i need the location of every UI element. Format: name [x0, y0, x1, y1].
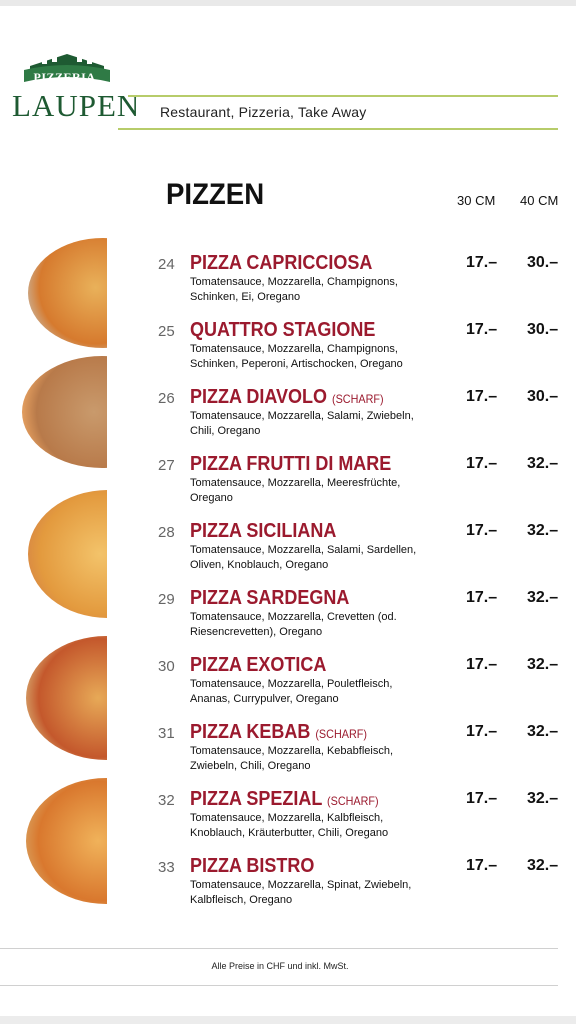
item-name: PIZZA FRUTTI DI MARE	[190, 453, 391, 476]
item-title: PIZZA CAPRICCIOSA	[190, 252, 373, 274]
price-40cm: 32.–	[527, 723, 559, 740]
item-number: 29	[158, 591, 175, 608]
price-40cm: 32.–	[527, 455, 559, 472]
item-description: Tomatensauce, Mozzarella, Spinat, Zwiebe…	[190, 879, 412, 906]
item-number: 25	[158, 323, 175, 340]
price-40cm: 32.–	[527, 589, 559, 606]
menu-item: 29 PIZZA SARDEGNA Tomatensauce, Mozzarella…	[0, 587, 576, 647]
header-rule-bottom	[118, 128, 558, 130]
price-40cm: 30.–	[527, 254, 559, 271]
footer-rule-bottom	[0, 985, 558, 986]
menu-item: 32 PIZZA SPEZIAL (SCHARF) Tomatensauce, Mo…	[0, 788, 576, 848]
menu-item: 27 PIZZA FRUTTI DI MARE Tomatensauce, Mozz…	[0, 453, 576, 513]
column-head-30cm: 30 CM	[457, 193, 496, 208]
item-description: Tomatensauce, Mozzarella, Crevetten (od.…	[190, 611, 397, 638]
item-description: Tomatensauce, Mozzarella, Champignons, S…	[190, 276, 398, 303]
logo-laupen-text: LAUPEN	[12, 88, 141, 123]
item-number: 32	[158, 792, 175, 809]
price-40cm: 30.–	[527, 321, 559, 338]
item-name: PIZZA CAPRICCIOSA	[190, 252, 372, 275]
spicy-tag: (SCHARF)	[315, 727, 367, 741]
menu-item: 30 PIZZA EXOTICA Tomatensauce, Mozzarella,…	[0, 654, 576, 714]
item-number: 27	[158, 457, 175, 474]
top-strip	[0, 0, 576, 6]
footer-rule	[0, 948, 558, 949]
menu-item: 33 PIZZA BISTRO Tomatensauce, Mozzarella, …	[0, 855, 576, 915]
item-name: PIZZA SPEZIAL (SCHARF)	[190, 788, 379, 811]
item-description: Tomatensauce, Mozzarella, Salami, Zwiebe…	[190, 410, 414, 437]
price-30cm: 17.–	[466, 388, 498, 405]
price-30cm: 17.–	[466, 321, 498, 338]
menu-item: 24 PIZZA CAPRICCIOSA Tomatensauce, Mozzare…	[0, 252, 576, 312]
price-40cm: 32.–	[527, 857, 559, 874]
item-title: PIZZA KEBAB	[190, 721, 311, 743]
price-30cm: 17.–	[466, 790, 498, 807]
price-30cm: 17.–	[466, 455, 498, 472]
item-number: 24	[158, 256, 175, 273]
item-description: Tomatensauce, Mozzarella, Champignons, S…	[190, 343, 403, 370]
item-number: 26	[158, 390, 175, 407]
menu-item: 28 PIZZA SICILIANA Tomatensauce, Mozzarell…	[0, 520, 576, 580]
logo-pizzeria-text: PIZZERIA	[33, 70, 96, 84]
item-title: QUATTRO STAGIONE	[190, 319, 376, 341]
item-description: Tomatensauce, Mozzarella, Salami, Sardel…	[190, 544, 417, 571]
item-number: 31	[158, 725, 175, 742]
item-name: PIZZA KEBAB (SCHARF)	[190, 721, 367, 744]
item-title: PIZZA BISTRO	[190, 855, 315, 877]
item-number: 30	[158, 658, 175, 675]
item-name: PIZZA BISTRO	[190, 855, 314, 878]
item-title: PIZZA DIAVOLO	[190, 386, 327, 408]
item-description: Tomatensauce, Mozzarella, Pouletfleisch,…	[190, 678, 393, 705]
menu-item: 25 QUATTRO STAGIONE Tomatensauce, Mozzarel…	[0, 319, 576, 379]
column-head-40cm: 40 CM	[520, 193, 559, 208]
item-description: Tomatensauce, Mozzarella, Kalbfleisch, K…	[190, 812, 389, 839]
spicy-tag: (SCHARF)	[327, 794, 379, 808]
item-name: PIZZA DIAVOLO (SCHARF)	[190, 386, 384, 409]
menu-item: 31 PIZZA KEBAB (SCHARF) Tomatensauce, Mozz…	[0, 721, 576, 781]
price-30cm: 17.–	[466, 254, 498, 271]
price-30cm: 17.–	[466, 656, 498, 673]
tagline: Restaurant, Pizzeria, Take Away	[160, 104, 367, 120]
item-title: PIZZA SPEZIAL	[190, 788, 323, 810]
item-name: PIZZA EXOTICA	[190, 654, 326, 677]
item-title: PIZZA SARDEGNA	[190, 587, 350, 609]
price-40cm: 30.–	[527, 388, 559, 405]
price-30cm: 17.–	[466, 589, 498, 606]
spicy-tag: (SCHARF)	[332, 392, 384, 406]
section-title: PIZZEN	[166, 178, 265, 211]
header-rule-top	[128, 95, 558, 97]
price-40cm: 32.–	[527, 522, 559, 539]
item-title: PIZZA EXOTICA	[190, 654, 327, 676]
price-30cm: 17.–	[466, 723, 498, 740]
item-description: Tomatensauce, Mozzarella, Kebabfleisch, …	[190, 745, 393, 772]
item-description: Tomatensauce, Mozzarella, Meeresfrüchte,…	[190, 477, 401, 504]
price-footnote: Alle Preise in CHF und inkl. MwSt.	[211, 961, 349, 971]
item-title: PIZZA FRUTTI DI MARE	[190, 453, 392, 475]
item-name: QUATTRO STAGIONE	[190, 319, 375, 342]
item-name: PIZZA SARDEGNA	[190, 587, 349, 610]
pizzeria-logo: PIZZERIA LAUPEN	[12, 52, 141, 124]
item-number: 28	[158, 524, 175, 541]
item-number: 33	[158, 859, 175, 876]
item-title: PIZZA SICILIANA	[190, 520, 337, 542]
price-30cm: 17.–	[466, 522, 498, 539]
menu-item: 26 PIZZA DIAVOLO (SCHARF) Tomatensauce, Mo…	[0, 386, 576, 446]
item-name: PIZZA SICILIANA	[190, 520, 336, 543]
price-40cm: 32.–	[527, 656, 559, 673]
price-30cm: 17.–	[466, 857, 498, 874]
price-40cm: 32.–	[527, 790, 559, 807]
bottom-strip	[0, 1016, 576, 1024]
